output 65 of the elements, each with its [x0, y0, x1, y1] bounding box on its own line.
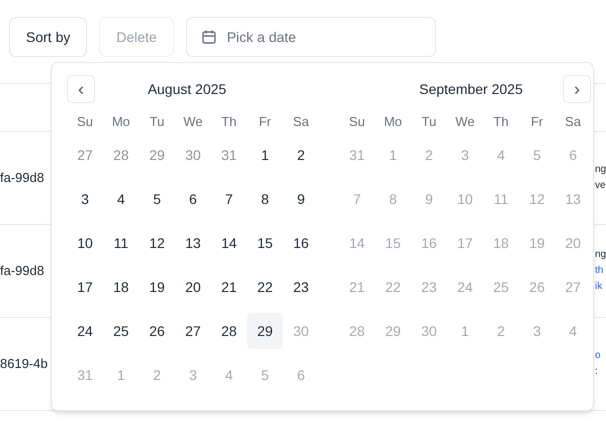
- weekday-label: Tu: [420, 113, 438, 132]
- weekday-label: We: [454, 113, 476, 132]
- sort-button[interactable]: Sort by: [9, 17, 88, 57]
- month-title: September 2025: [418, 80, 524, 99]
- day-button[interactable]: 25: [103, 313, 139, 349]
- day-button[interactable]: 27: [67, 137, 103, 173]
- day-button[interactable]: 4: [103, 181, 139, 217]
- weekday-label: Sa: [564, 113, 582, 132]
- weekday-label: Su: [76, 113, 94, 132]
- day-button[interactable]: 20: [175, 269, 211, 305]
- weekday-label: Sa: [292, 113, 310, 132]
- day-button[interactable]: 18: [103, 269, 139, 305]
- day-button[interactable]: 28: [211, 313, 247, 349]
- day-button[interactable]: 6: [175, 181, 211, 217]
- day-button[interactable]: 5: [139, 181, 175, 217]
- day-button[interactable]: 15: [247, 225, 283, 261]
- weekday-label: Fr: [530, 113, 544, 132]
- day-button[interactable]: 27: [175, 313, 211, 349]
- table-link[interactable]: ik: [595, 279, 606, 295]
- day-button[interactable]: 29: [247, 313, 283, 349]
- day-button[interactable]: 22: [247, 269, 283, 305]
- day-button[interactable]: 11: [103, 225, 139, 261]
- weekday-label: Th: [220, 113, 238, 132]
- weekday-label: We: [182, 113, 204, 132]
- table-link[interactable]: th: [595, 263, 606, 279]
- weekday-label: Th: [492, 113, 510, 132]
- table-cell-text: 8619-4b: [0, 355, 48, 374]
- calendar-icon: [200, 29, 217, 45]
- day-button[interactable]: 9: [283, 181, 319, 217]
- day-button[interactable]: 29: [139, 137, 175, 173]
- table-cell-text: ng: [595, 248, 606, 262]
- table-cell-text: :: [595, 365, 599, 379]
- weekday-label: Tu: [148, 113, 166, 132]
- date-field[interactable]: Pick a date: [186, 17, 436, 57]
- day-button[interactable]: 24: [67, 313, 103, 349]
- day-button[interactable]: 21: [211, 269, 247, 305]
- day-button[interactable]: 16: [283, 225, 319, 261]
- day-button[interactable]: 31: [211, 137, 247, 173]
- weekday-label: Mo: [382, 113, 404, 132]
- weekday-label: Su: [348, 113, 366, 132]
- table-cell-text: fa-99d8: [0, 262, 44, 280]
- day-button[interactable]: 14: [211, 225, 247, 261]
- table-link[interactable]: o: [595, 348, 606, 364]
- table-cell-text: fa-99d8: [0, 169, 44, 188]
- day-button[interactable]: 3: [67, 181, 103, 217]
- day-button[interactable]: 7: [211, 181, 247, 217]
- day-button[interactable]: 23: [283, 269, 319, 305]
- day-button[interactable]: 1: [247, 137, 283, 173]
- day-button[interactable]: 19: [139, 269, 175, 305]
- weekday-label: Mo: [110, 113, 132, 132]
- table-cell-text: ve: [595, 179, 606, 193]
- month-title: August 2025: [146, 80, 228, 99]
- day-button[interactable]: 12: [139, 225, 175, 261]
- day-button[interactable]: 10: [67, 225, 103, 261]
- day-button[interactable]: 26: [139, 313, 175, 349]
- day-button[interactable]: 13: [175, 225, 211, 261]
- weekday-label: Fr: [258, 113, 272, 132]
- day-button[interactable]: 28: [103, 137, 139, 173]
- day-button[interactable]: 17: [67, 269, 103, 305]
- table-cell-text: ng: [595, 163, 606, 177]
- day-button[interactable]: 8: [247, 181, 283, 217]
- day-button[interactable]: 30: [175, 137, 211, 173]
- day-button[interactable]: 2: [283, 137, 319, 173]
- previous-month-button[interactable]: ‹: [67, 75, 95, 103]
- next-month-button[interactable]: ›: [563, 75, 591, 103]
